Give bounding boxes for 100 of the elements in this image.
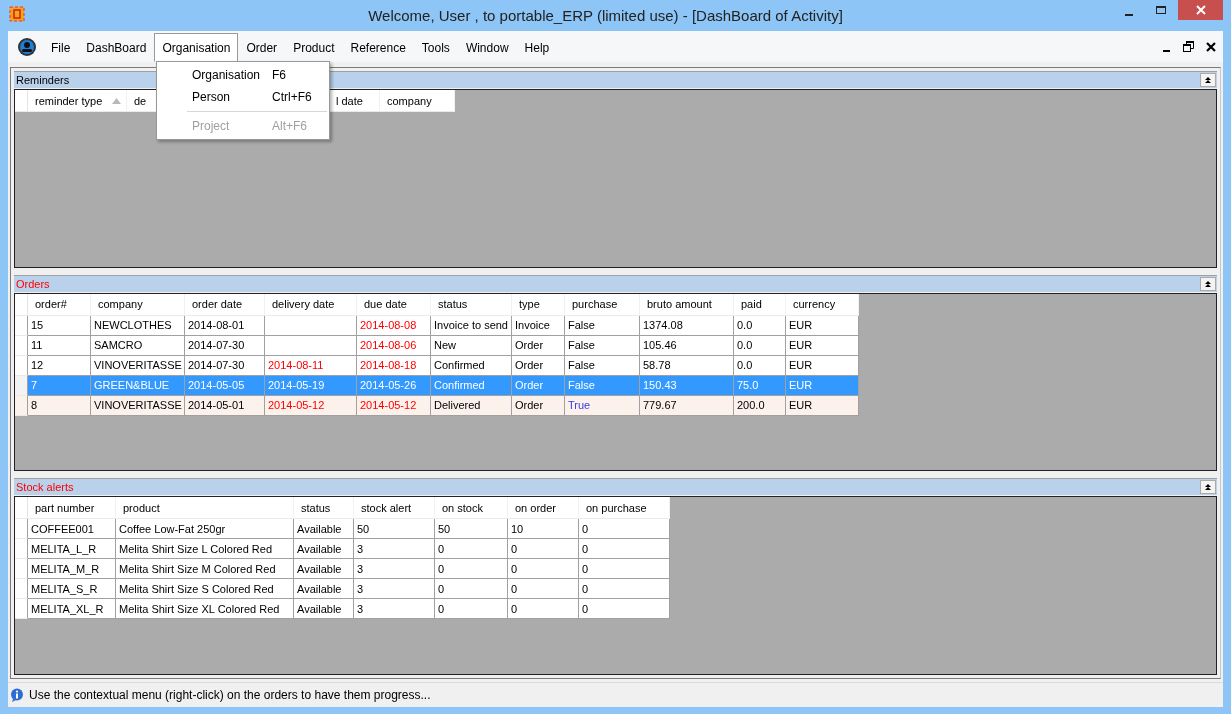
column-header[interactable]: bruto amount [640, 293, 734, 315]
app-icon [9, 6, 25, 22]
table-cell: 1374.08 [640, 315, 734, 336]
minimize-icon [1163, 50, 1170, 52]
table-row[interactable]: 8 VINOVERITASSE 2014-05-01 2014-05-12 2014-05-12 Delivered Order True 779.67 200.0 EUR [15, 395, 859, 416]
panel-title: Reminders [16, 74, 70, 86]
column-header[interactable]: on order [508, 497, 579, 519]
row-header[interactable] [15, 519, 28, 540]
table-cell: 0 [435, 579, 508, 600]
column-header[interactable]: due date [357, 293, 431, 315]
maximize-icon [1155, 5, 1167, 15]
table-cell: 2014-05-26 [357, 375, 431, 396]
table-cell: 7 [28, 375, 91, 396]
column-header[interactable]: product [116, 497, 294, 519]
collapse-button[interactable] [1200, 480, 1216, 495]
column-header[interactable]: order date [185, 293, 265, 315]
table-cell: Invoice to send [431, 315, 512, 336]
table-cell: True [565, 395, 640, 416]
collapse-button[interactable] [1200, 73, 1216, 87]
table-cell: Coffee Low-Fat 250gr [116, 519, 294, 540]
table-cell: EUR [786, 355, 859, 376]
column-header[interactable]: part number [28, 497, 116, 519]
table-cell: 3 [354, 599, 435, 620]
table-cell: 0 [579, 599, 670, 620]
table-row[interactable]: 11 SAMCRO 2014-07-30 2014-08-06 New Order False 105.46 0.0 EUR [15, 335, 859, 356]
table-cell: 2014-05-12 [357, 395, 431, 416]
table-cell: Order [512, 395, 565, 416]
table-cell: 15 [28, 315, 91, 336]
menu-item[interactable]: Order [238, 33, 286, 62]
table-cell: Confirmed [431, 375, 512, 396]
close-icon [1194, 4, 1207, 16]
column-header[interactable]: company [91, 293, 185, 315]
table-cell: MELITA_L_R [28, 539, 116, 560]
column-header[interactable]: status [431, 293, 512, 315]
row-header[interactable] [15, 599, 28, 620]
table-cell: 3 [354, 539, 435, 560]
status-text: Use the contextual menu (right-click) on the orders to have them progress... [29, 688, 431, 702]
double-caret-icon [1204, 279, 1212, 288]
menu-item[interactable]: Tools [413, 33, 458, 62]
table-cell: False [565, 375, 640, 396]
table-cell: 0 [579, 579, 670, 600]
row-header[interactable] [15, 579, 28, 600]
table-cell: 2014-05-01 [185, 395, 265, 416]
table-cell: 200.0 [734, 395, 786, 416]
table-cell: 3 [354, 559, 435, 580]
table-cell: 2014-08-11 [265, 355, 357, 376]
panel-title: Orders [16, 277, 50, 290]
column-header[interactable]: currency [786, 293, 859, 315]
table-cell: Invoice [512, 315, 565, 336]
table-cell: 0.0 [734, 315, 786, 336]
table-cell: NEWCLOTHES [91, 315, 185, 336]
column-header[interactable]: paid [734, 293, 786, 315]
menu-item[interactable]: Organisation [154, 33, 239, 62]
table-cell: 11 [28, 335, 91, 356]
menu-item[interactable]: Window [457, 33, 517, 62]
table-row[interactable]: 12 VINOVERITASSE 2014-07-30 2014-08-11 2014-08-18 Confirmed Order False 58.78 0.0 EUR [15, 355, 859, 376]
table-cell: 2014-07-30 [185, 355, 265, 376]
table-cell: 2014-08-01 [185, 315, 265, 336]
column-header[interactable]: reminder type [28, 90, 127, 111]
table-cell: Available [294, 559, 354, 580]
column-header[interactable]: on purchase [579, 497, 670, 519]
table-row[interactable]: 15 NEWCLOTHES 2014-08-01 2014-08-08 Invoice to send Invoice False 1374.08 0.0 EUR [15, 315, 859, 336]
table-cell: 0 [508, 539, 579, 560]
table-cell: 779.67 [640, 395, 734, 416]
column-header[interactable]: order# [28, 293, 91, 315]
table-cell: VINOVERITASSE [91, 395, 185, 416]
menu-item[interactable]: File [43, 33, 79, 62]
column-header[interactable]: purchase [565, 293, 640, 315]
table-cell: 2014-08-06 [357, 335, 431, 356]
column-header[interactable]: type [512, 293, 565, 315]
table-cell: Melita Shirt Size XL Colored Red [116, 599, 294, 620]
table-cell: 0 [435, 599, 508, 620]
table-cell: VINOVERITASSE [91, 355, 185, 376]
table-cell: MELITA_S_R [28, 579, 116, 600]
table-cell: 0 [508, 599, 579, 620]
menu-item[interactable]: Reference [342, 33, 414, 62]
menu-option[interactable]: Person Ctrl+F6 [157, 86, 329, 108]
table-cell: 2014-05-19 [265, 375, 357, 396]
table-cell: Order [512, 335, 565, 356]
column-header[interactable]: status [294, 497, 354, 519]
collapse-button[interactable] [1200, 276, 1216, 291]
window-title: Welcome, User , to portable_ERP (limited use) - [DashBoard of Activity] [367, 7, 844, 24]
double-caret-icon [1204, 483, 1212, 492]
menu-item[interactable]: Product [285, 33, 343, 62]
menu-option[interactable]: Organisation F6 [157, 64, 329, 86]
double-caret-icon [1204, 76, 1212, 84]
table-cell: 0 [579, 559, 670, 580]
row-header[interactable] [15, 559, 28, 580]
column-header[interactable]: delivery date [265, 293, 357, 315]
table-cell: 2014-08-08 [357, 315, 431, 336]
table-cell: 0 [508, 559, 579, 580]
column-header[interactable]: company [380, 90, 455, 111]
column-header[interactable]: stock alert [354, 497, 435, 519]
row-header[interactable] [15, 539, 28, 560]
menu-item[interactable]: DashBoard [78, 33, 155, 62]
menu-item[interactable]: Help [516, 33, 558, 62]
panel-title: Stock alerts [16, 481, 74, 494]
column-header[interactable]: on stock [435, 497, 508, 519]
restore-icon [1183, 41, 1194, 52]
table-cell: New [431, 335, 512, 356]
